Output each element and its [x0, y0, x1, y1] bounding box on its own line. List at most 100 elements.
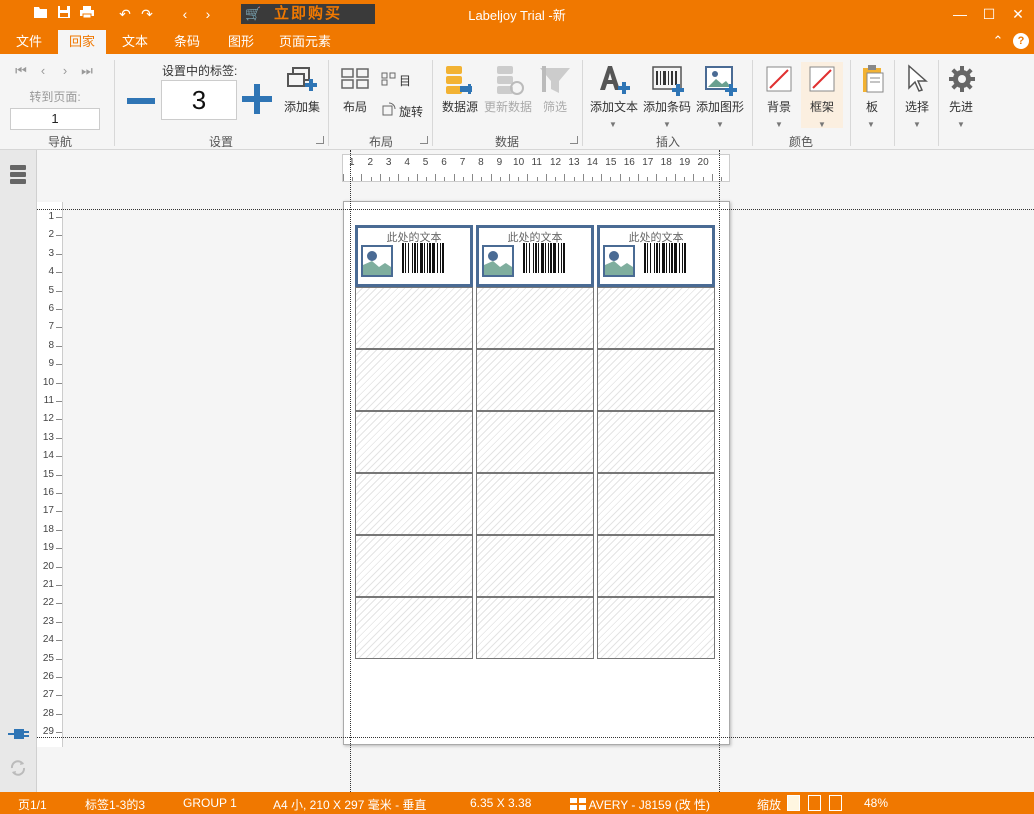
background-dropdown-icon[interactable]: ▼: [775, 120, 783, 129]
label-cell-empty[interactable]: [597, 411, 715, 473]
decrease-labels-button[interactable]: [127, 98, 155, 104]
frame-dropdown-icon[interactable]: ▼: [818, 120, 826, 129]
layout-launcher-icon[interactable]: [420, 136, 428, 144]
layout-grid-icon[interactable]: [341, 68, 369, 90]
label-cell-empty[interactable]: [476, 535, 594, 597]
save-icon[interactable]: [55, 5, 73, 23]
tab-file[interactable]: 文件: [6, 30, 52, 54]
first-page-icon[interactable]: ⏮: [14, 64, 28, 78]
label-cell-empty[interactable]: [597, 597, 715, 659]
advanced-dropdown-icon[interactable]: ▼: [957, 120, 965, 129]
label-cell-empty[interactable]: [597, 535, 715, 597]
layout-button[interactable]: 布局: [338, 98, 372, 115]
undo-icon[interactable]: ↶: [116, 5, 134, 23]
rotate-button[interactable]: 旋转: [399, 103, 423, 120]
add-set-icon[interactable]: [285, 66, 319, 96]
redo-icon[interactable]: ↷: [138, 5, 156, 23]
frame-color-icon[interactable]: [809, 66, 835, 92]
tab-page-elements[interactable]: 页面元素: [272, 30, 338, 54]
label-cell-empty[interactable]: [476, 473, 594, 535]
label-cell-filled[interactable]: 此处的文本: [476, 225, 594, 287]
label-barcode-icon[interactable]: [523, 243, 587, 275]
prev-page-icon[interactable]: ‹: [36, 64, 50, 78]
buy-now-button[interactable]: 🛒 立即购买: [241, 4, 375, 24]
label-cell-empty[interactable]: [476, 411, 594, 473]
help-icon[interactable]: ?: [1013, 33, 1029, 49]
gear-icon[interactable]: [948, 64, 976, 94]
add-text-dropdown-icon[interactable]: ▼: [609, 120, 617, 129]
clipboard-icon[interactable]: [861, 64, 885, 94]
label-cell-filled[interactable]: 此处的文本: [597, 225, 715, 287]
label-cell-empty[interactable]: [355, 287, 473, 349]
label-image-icon[interactable]: [482, 245, 514, 277]
last-page-icon[interactable]: ⏭: [80, 64, 94, 78]
add-barcode-icon[interactable]: [652, 66, 686, 96]
zoom-fit-width-icon[interactable]: [808, 795, 821, 811]
print-icon[interactable]: [78, 5, 96, 23]
label-image-icon[interactable]: [603, 245, 635, 277]
label-barcode-icon[interactable]: [402, 243, 466, 275]
label-list-icon[interactable]: [8, 164, 28, 184]
collapse-ribbon-icon[interactable]: ⌃: [990, 33, 1006, 49]
label-barcode-icon[interactable]: [644, 243, 708, 275]
datasource-button[interactable]: 数据源: [440, 98, 480, 115]
label-cell-empty[interactable]: [476, 349, 594, 411]
add-set-button[interactable]: 添加集: [282, 98, 322, 115]
rotate-icon[interactable]: [381, 102, 397, 116]
back-icon[interactable]: ‹: [176, 5, 194, 23]
label-cell-empty[interactable]: [476, 597, 594, 659]
add-image-dropdown-icon[interactable]: ▼: [716, 120, 724, 129]
open-folder-icon[interactable]: [32, 5, 50, 23]
label-cell-empty[interactable]: [355, 349, 473, 411]
background-button[interactable]: 背景: [762, 98, 796, 115]
label-cell-empty[interactable]: [355, 473, 473, 535]
add-text-icon[interactable]: [598, 64, 632, 96]
labels-count-field[interactable]: 3: [161, 80, 237, 120]
data-launcher-icon[interactable]: [570, 136, 578, 144]
plugin-connect-icon[interactable]: [8, 724, 29, 744]
add-barcode-button[interactable]: 添加条码: [642, 98, 692, 115]
label-cell-empty[interactable]: [597, 349, 715, 411]
tab-graphics[interactable]: 图形: [216, 30, 266, 54]
goto-page-input[interactable]: 1: [10, 108, 100, 130]
next-page-icon[interactable]: ›: [58, 64, 72, 78]
select-dropdown-icon[interactable]: ▼: [913, 120, 921, 129]
frame-button[interactable]: 框架: [805, 98, 839, 115]
add-text-button[interactable]: 添加文本: [589, 98, 639, 115]
status-template[interactable]: AVERY - J8159 (改 性): [570, 796, 710, 813]
add-image-icon[interactable]: [705, 66, 739, 96]
sequence-icon[interactable]: [381, 72, 397, 86]
label-cell-empty[interactable]: [355, 597, 473, 659]
label-cell-empty[interactable]: [476, 287, 594, 349]
label-cell-empty[interactable]: [355, 535, 473, 597]
sequence-button[interactable]: 目: [399, 72, 411, 89]
board-dropdown-icon[interactable]: ▼: [867, 120, 875, 129]
status-zoom-value[interactable]: 48%: [864, 796, 888, 810]
minimize-icon[interactable]: —: [948, 4, 972, 24]
add-barcode-dropdown-icon[interactable]: ▼: [663, 120, 671, 129]
zoom-fit-page-icon[interactable]: [787, 795, 800, 811]
board-button[interactable]: 板: [860, 98, 884, 115]
label-cell-empty[interactable]: [597, 287, 715, 349]
close-icon[interactable]: ✕: [1006, 4, 1030, 24]
maximize-icon[interactable]: ☐: [977, 4, 1001, 24]
label-page[interactable]: 此处的文本 此处的文本 此处的文本: [343, 201, 730, 745]
label-cell-filled[interactable]: 此处的文本: [355, 225, 473, 287]
tab-barcode[interactable]: 条码: [164, 30, 210, 54]
background-color-icon[interactable]: [766, 66, 792, 92]
design-workspace[interactable]: 1 2 3 4 5 6 7 8 9 10 11 12 13 14 15 16 17 18 19 20 12345678…: [37, 150, 1034, 792]
label-cell-empty[interactable]: [355, 411, 473, 473]
increase-labels-button[interactable]: [242, 84, 272, 114]
sync-icon[interactable]: [8, 758, 28, 778]
select-button[interactable]: 选择: [902, 98, 932, 115]
tab-text[interactable]: 文本: [112, 30, 158, 54]
forward-icon[interactable]: ›: [199, 5, 217, 23]
datasource-icon[interactable]: [444, 64, 474, 98]
add-image-button[interactable]: 添加图形: [695, 98, 745, 115]
label-image-icon[interactable]: [361, 245, 393, 277]
label-cell-empty[interactable]: [597, 473, 715, 535]
select-cursor-icon[interactable]: [906, 64, 928, 94]
zoom-actual-icon[interactable]: [829, 795, 842, 811]
settings-launcher-icon[interactable]: [316, 136, 324, 144]
tab-home[interactable]: 回家: [58, 30, 106, 54]
